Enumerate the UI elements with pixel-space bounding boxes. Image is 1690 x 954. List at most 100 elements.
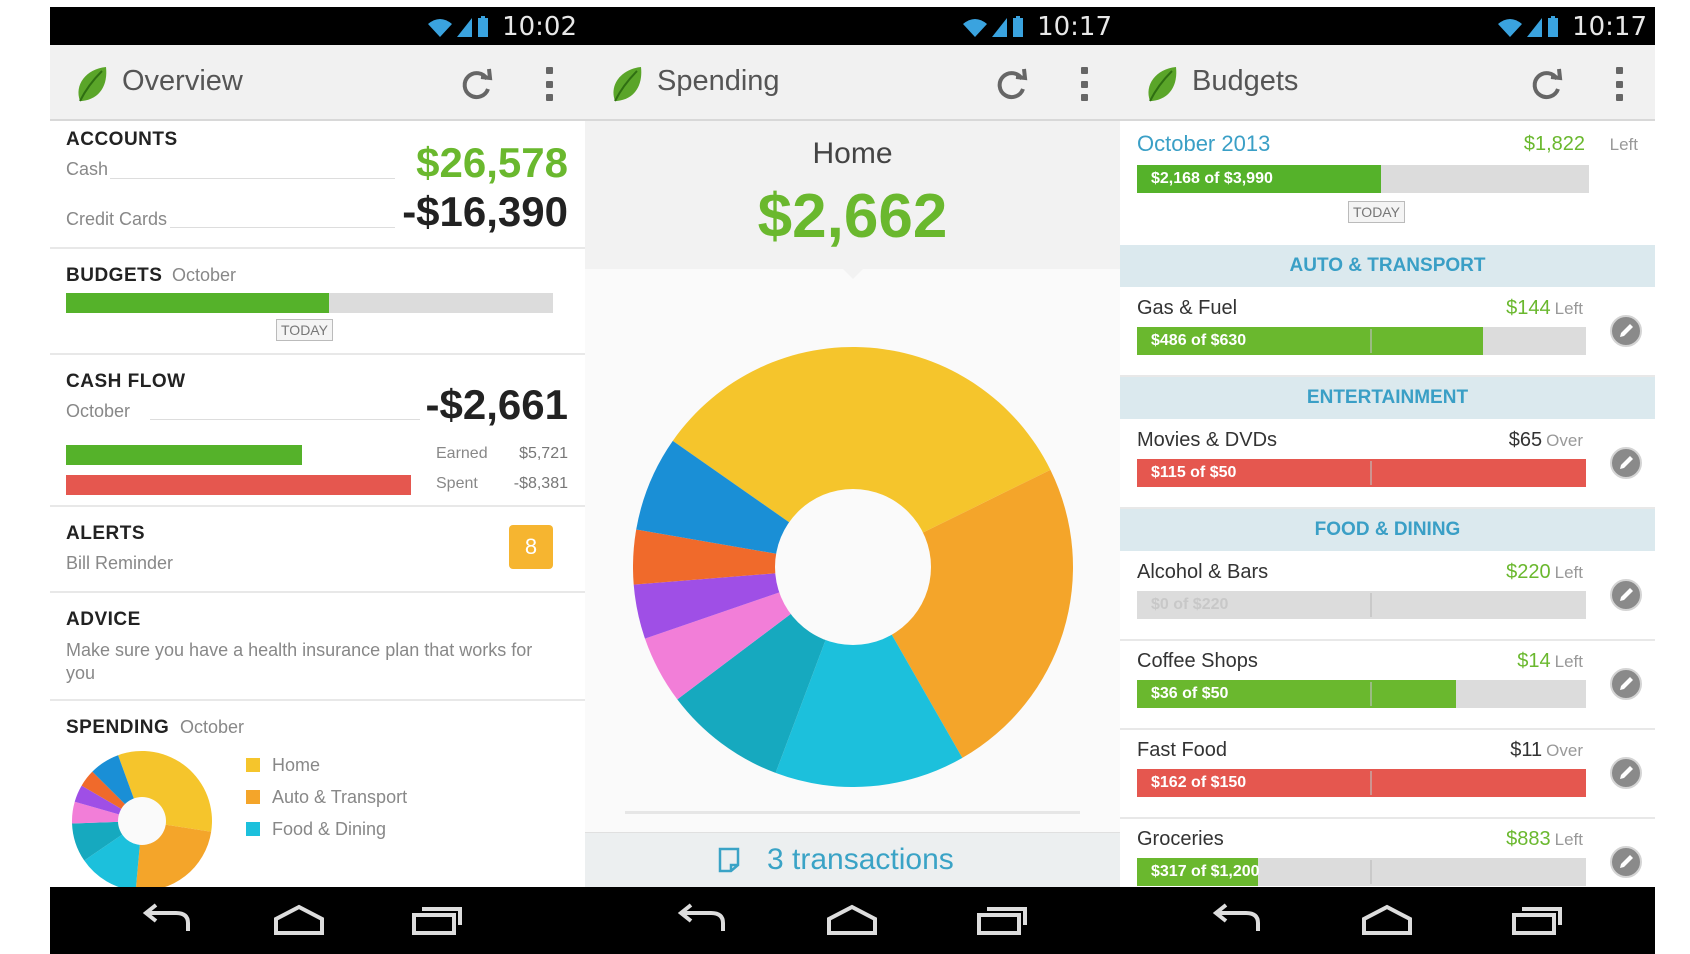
status-icons bbox=[961, 16, 1025, 38]
spending-section[interactable]: SPENDING October Home Auto & Transport F… bbox=[50, 701, 585, 891]
refresh-icon[interactable] bbox=[1527, 65, 1565, 103]
edit-budget-button[interactable] bbox=[1610, 846, 1642, 878]
donut-hole bbox=[775, 489, 931, 645]
advice-section[interactable]: ADVICE Make sure you have a health insur… bbox=[50, 593, 585, 701]
divider bbox=[625, 811, 1080, 814]
budget-row[interactable]: Coffee Shops $14 Left $36 of $50 bbox=[1120, 640, 1655, 730]
edit-budget-button[interactable] bbox=[1610, 668, 1642, 700]
budget-row[interactable]: Gas & Fuel $144 Left $486 of $630 bbox=[1120, 287, 1655, 377]
overview-screen: 10:02 Overview ACCOUNTS Cash $26,578 Cre… bbox=[50, 7, 585, 954]
cash-value: $26,578 bbox=[416, 139, 568, 186]
overflow-menu-icon[interactable] bbox=[543, 67, 555, 101]
edit-budget-button[interactable] bbox=[1610, 447, 1642, 479]
total-left-word: Left bbox=[1609, 135, 1638, 154]
budget-name: Groceries bbox=[1137, 828, 1224, 850]
budget-bar-label: $115 of $50 bbox=[1151, 464, 1237, 481]
budget-remaining-value: $220 bbox=[1506, 561, 1551, 583]
budgets-section[interactable]: BUDGETS October TODAY bbox=[50, 249, 585, 355]
advice-heading: ADVICE bbox=[66, 609, 141, 630]
action-bar: Overview bbox=[50, 45, 585, 121]
edit-budget-button[interactable] bbox=[1610, 757, 1642, 789]
budget-bar: $36 of $50 bbox=[1137, 680, 1586, 708]
budget-row[interactable]: Alcohol & Bars $220 Left $0 of $220 bbox=[1120, 551, 1655, 641]
budget-bar-label: $486 of $630 bbox=[1151, 332, 1247, 349]
status-bar: 10:02 bbox=[50, 7, 585, 45]
mint-leaf-logo-icon bbox=[1148, 67, 1177, 102]
budgets-heading: BUDGETS bbox=[66, 265, 163, 286]
status-icons bbox=[426, 16, 490, 38]
budget-remaining-word: Left bbox=[1554, 830, 1583, 849]
budget-remaining: $883 Left bbox=[1506, 828, 1583, 851]
today-tick bbox=[1370, 771, 1373, 795]
recent-apps-icon[interactable] bbox=[975, 903, 1029, 937]
divider bbox=[170, 227, 395, 228]
receipt-icon bbox=[718, 847, 740, 873]
cash-flow-section[interactable]: CASH FLOW October -$2,661 Earned $5,721 … bbox=[50, 355, 585, 507]
earned-label: Earned bbox=[436, 445, 488, 462]
budget-row[interactable]: Fast Food $11 Over $162 of $150 bbox=[1120, 729, 1655, 819]
budget-name: Movies & DVDs bbox=[1137, 429, 1278, 451]
spent-label: Spent bbox=[436, 475, 478, 492]
screen-title: Spending bbox=[657, 65, 780, 97]
battery-icon bbox=[1548, 16, 1558, 37]
home-icon[interactable] bbox=[272, 903, 326, 937]
mint-leaf-logo-icon bbox=[613, 67, 642, 102]
budget-bar: $317 of $1,200 bbox=[1137, 858, 1586, 886]
recent-apps-icon[interactable] bbox=[410, 903, 464, 937]
accounts-section[interactable]: ACCOUNTS Cash $26,578 Credit Cards -$16,… bbox=[50, 121, 585, 249]
wifi-icon bbox=[1498, 19, 1522, 37]
budget-remaining-word: Left bbox=[1554, 563, 1583, 582]
legend-swatch bbox=[246, 790, 260, 804]
month-summary[interactable]: October 2013 $1,822 Left $2,168 of $3,99… bbox=[1120, 121, 1655, 245]
legend-swatch bbox=[246, 758, 260, 772]
budget-remaining-word: Left bbox=[1554, 299, 1583, 318]
legend-item: Home bbox=[246, 749, 407, 781]
overflow-menu-icon[interactable] bbox=[1613, 67, 1625, 101]
nav-bar bbox=[585, 887, 1120, 954]
refresh-icon[interactable] bbox=[457, 65, 495, 103]
budget-remaining-value: $14 bbox=[1517, 650, 1551, 672]
legend-label: Auto & Transport bbox=[272, 786, 408, 807]
accounts-heading: ACCOUNTS bbox=[66, 129, 178, 150]
budget-name: Coffee Shops bbox=[1137, 650, 1258, 672]
alerts-section[interactable]: ALERTS Bill Reminder 8 bbox=[50, 507, 585, 593]
action-bar: Spending bbox=[585, 45, 1120, 121]
divider bbox=[150, 419, 420, 420]
budgets-screen: 10:17 Budgets October 2013 $1,822 Left $… bbox=[1120, 7, 1655, 954]
back-icon[interactable] bbox=[140, 903, 194, 937]
spending-donut-chart[interactable] bbox=[633, 347, 1073, 787]
transactions-button[interactable]: 3 transactions bbox=[585, 832, 1120, 887]
budgets-month: October bbox=[172, 265, 237, 285]
budget-bar: $0 of $220 bbox=[1137, 591, 1586, 619]
status-icons bbox=[1496, 16, 1560, 38]
wifi-icon bbox=[428, 19, 452, 37]
budget-remaining-value: $144 bbox=[1506, 297, 1551, 319]
overflow-menu-icon[interactable] bbox=[1078, 67, 1090, 101]
spending-heading: SPENDING bbox=[66, 717, 170, 738]
today-tick bbox=[1370, 461, 1373, 485]
cash-label: Cash bbox=[66, 159, 109, 179]
nav-bar bbox=[50, 887, 585, 954]
advice-text: Make sure you have a health insurance pl… bbox=[66, 640, 533, 683]
total-budget-label: $2,168 of $3,990 bbox=[1151, 170, 1273, 187]
edit-budget-button[interactable] bbox=[1610, 579, 1642, 611]
transactions-label: 3 transactions bbox=[767, 843, 954, 876]
budget-remaining: $65 Over bbox=[1509, 429, 1583, 452]
refresh-icon[interactable] bbox=[992, 65, 1030, 103]
category-name: Home bbox=[812, 137, 893, 170]
budget-name: Gas & Fuel bbox=[1137, 297, 1238, 319]
status-bar: 10:17 bbox=[1120, 7, 1655, 45]
battery-icon bbox=[478, 16, 488, 37]
wifi-icon bbox=[963, 19, 987, 37]
budget-row[interactable]: Movies & DVDs $65 Over $115 of $50 bbox=[1120, 419, 1655, 509]
back-icon[interactable] bbox=[1210, 903, 1264, 937]
today-marker: TODAY bbox=[1348, 201, 1405, 223]
alert-count-badge[interactable]: 8 bbox=[509, 525, 553, 569]
recent-apps-icon[interactable] bbox=[1510, 903, 1564, 937]
edit-budget-button[interactable] bbox=[1610, 315, 1642, 347]
budget-remaining: $144 Left bbox=[1506, 297, 1583, 320]
home-icon[interactable] bbox=[825, 903, 879, 937]
today-tick bbox=[1370, 860, 1373, 884]
back-icon[interactable] bbox=[675, 903, 729, 937]
home-icon[interactable] bbox=[1360, 903, 1414, 937]
